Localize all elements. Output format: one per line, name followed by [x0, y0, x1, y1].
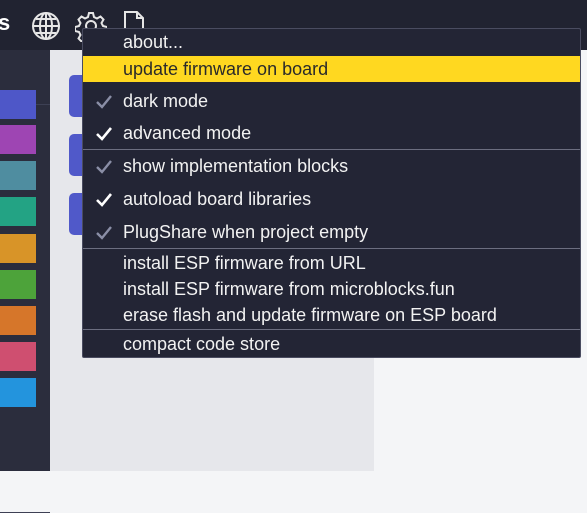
settings-menu: about... update firmware on board dark m… — [82, 28, 581, 358]
globe-icon[interactable] — [30, 10, 62, 47]
menu-item-compact-code-store[interactable]: compact code store — [83, 331, 580, 357]
menu-item-label: erase flash and update firmware on ESP b… — [123, 305, 497, 325]
category-tab[interactable] — [0, 197, 36, 226]
menu-item-dark-mode[interactable]: dark mode — [83, 88, 580, 114]
menu-item-label: about... — [123, 32, 184, 52]
menu-item-advanced-mode[interactable]: advanced mode — [83, 120, 580, 146]
category-tab[interactable] — [0, 270, 36, 299]
category-tab[interactable] — [0, 125, 36, 154]
menu-item-label: show implementation blocks — [123, 156, 349, 176]
menu-item-update-firmware[interactable]: update firmware on board — [83, 56, 580, 82]
menu-item-label: compact code store — [123, 334, 281, 354]
checkmark-icon — [95, 92, 113, 110]
menu-separator — [83, 149, 580, 150]
project-title-fragment: s — [0, 10, 11, 35]
checkmark-icon — [95, 190, 113, 208]
menu-item-label: autoload board libraries — [123, 189, 312, 209]
menu-item-install-esp-url[interactable]: install ESP firmware from URL — [83, 250, 580, 276]
category-tab[interactable] — [0, 342, 36, 371]
menu-item-show-implementation-blocks[interactable]: show implementation blocks — [83, 153, 580, 179]
menu-item-autoload-board-libraries[interactable]: autoload board libraries — [83, 186, 580, 212]
checkmark-icon — [95, 223, 113, 241]
category-tab[interactable] — [0, 90, 36, 119]
menu-separator — [83, 329, 580, 330]
menu-item-label: install ESP firmware from URL — [123, 253, 366, 273]
menu-item-label: update firmware on board — [123, 59, 329, 79]
category-tab[interactable] — [0, 306, 36, 335]
category-tab[interactable] — [0, 234, 36, 263]
menu-item-label: PlugShare when project empty — [123, 222, 369, 242]
menu-item-about[interactable]: about... — [83, 29, 580, 55]
menu-item-erase-flash[interactable]: erase flash and update firmware on ESP b… — [83, 302, 580, 328]
menu-item-label: install ESP firmware from microblocks.fu… — [123, 279, 455, 299]
menu-item-install-esp-microblocks[interactable]: install ESP firmware from microblocks.fu… — [83, 276, 580, 302]
category-palette — [0, 50, 50, 513]
menu-separator — [83, 248, 580, 249]
checkmark-icon — [95, 124, 113, 142]
category-tab[interactable] — [0, 378, 36, 407]
category-tab[interactable] — [0, 161, 36, 190]
menu-item-plugshare[interactable]: PlugShare when project empty — [83, 219, 580, 245]
menu-item-label: dark mode — [123, 91, 209, 111]
checkmark-icon — [95, 157, 113, 175]
menu-item-label: advanced mode — [123, 123, 252, 143]
